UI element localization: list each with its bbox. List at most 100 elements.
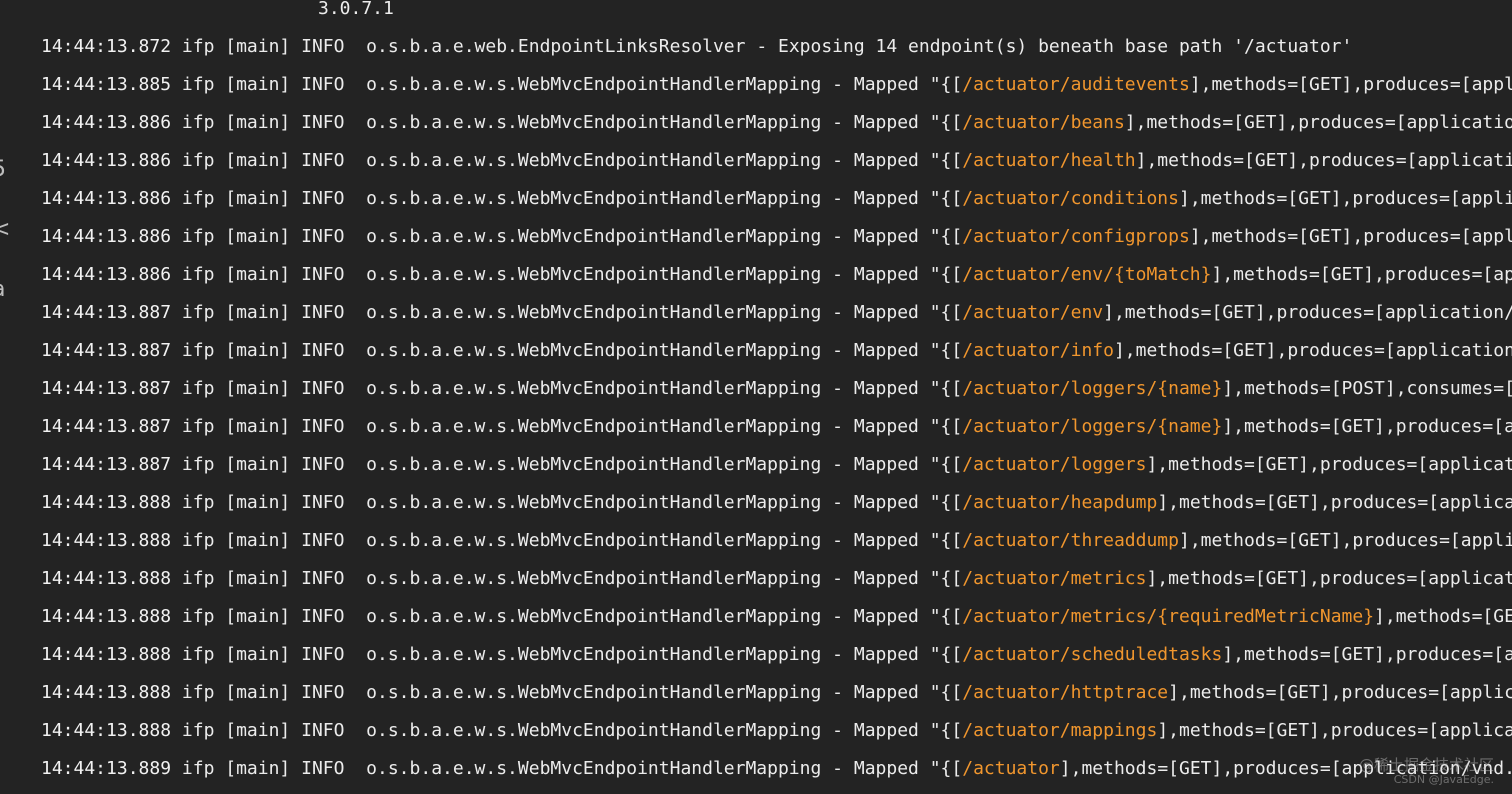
log-timestamp: 14:44:13.872 — [41, 36, 172, 57]
token-gap — [344, 112, 366, 133]
log-endpoint-path: /actuator/env — [962, 302, 1104, 323]
log-message-prefix: Mapped "{[ — [853, 226, 963, 247]
token-gap — [214, 606, 225, 627]
log-endpoint-path: /actuator — [962, 758, 1060, 779]
log-timestamp: 14:44:13.889 — [41, 758, 172, 779]
log-level: INFO — [301, 416, 345, 437]
log-timestamp: 14:44:13.885 — [41, 74, 172, 95]
token-gap — [290, 416, 301, 437]
log-line: 14:44:13.888 ifp [main] INFO o.s.b.a.e.w… — [41, 490, 1512, 528]
log-level: INFO — [301, 720, 345, 741]
token-gap — [290, 188, 301, 209]
token-gap — [843, 74, 854, 95]
token-gap — [821, 720, 832, 741]
token-gap — [171, 188, 182, 209]
log-thread: [main] — [225, 758, 291, 779]
log-message-suffix: ],methods=[GET],produces=[application/vn… — [1189, 226, 1512, 247]
log-separator: - — [832, 644, 844, 665]
log-timestamp: 14:44:13.887 — [41, 416, 172, 437]
log-endpoint-path: /actuator/beans — [962, 112, 1125, 133]
token-gap — [214, 264, 225, 285]
log-message-suffix: ],methods=[POST],consumes=[application/v… — [1222, 378, 1512, 399]
log-line: 14:44:13.887 ifp [main] INFO o.s.b.a.e.w… — [41, 414, 1512, 452]
token-gap — [171, 492, 182, 513]
token-gap — [843, 340, 854, 361]
log-timestamp: 14:44:13.888 — [41, 720, 172, 741]
log-message-suffix: ],methods=[GET],produces=[application/vn… — [1222, 644, 1512, 665]
log-message-prefix: Mapped "{[ — [853, 492, 963, 513]
log-logger-name: o.s.b.a.e.w.s.WebMvcEndpointHandlerMappi… — [366, 682, 822, 703]
token-gap — [214, 74, 225, 95]
log-timestamp: 14:44:13.886 — [41, 188, 172, 209]
log-message-suffix: ],methods=[GET],produces=[application/vn… — [1135, 150, 1512, 171]
token-gap — [214, 112, 225, 133]
token-gap — [290, 720, 301, 741]
token-gap — [290, 150, 301, 171]
log-level: INFO — [301, 340, 345, 361]
log-level: INFO — [301, 264, 345, 285]
token-gap — [214, 454, 225, 475]
log-message-suffix: ],methods=[GET],produces=[application/vn… — [1124, 112, 1512, 133]
log-app-name: ifp — [181, 74, 215, 95]
log-level: INFO — [301, 682, 345, 703]
token-gap — [214, 644, 225, 665]
token-gap — [290, 682, 301, 703]
log-level: INFO — [301, 530, 345, 551]
terminal-window[interactable]: 3.0.7.1 5 < a 14:44:13.872 ifp [main] IN… — [0, 0, 1512, 794]
token-gap — [214, 568, 225, 589]
token-gap — [821, 302, 832, 323]
log-timestamp: 14:44:13.887 — [41, 454, 172, 475]
log-message-suffix: ],methods=[GET],produces=[application/vn… — [1374, 606, 1512, 627]
token-gap — [171, 36, 182, 57]
log-level: INFO — [301, 302, 345, 323]
token-gap — [171, 454, 182, 475]
log-line: 14:44:13.886 ifp [main] INFO o.s.b.a.e.w… — [41, 224, 1512, 262]
token-gap — [821, 530, 832, 551]
log-separator: - — [832, 378, 844, 399]
token-gap — [344, 758, 366, 779]
log-logger-name: o.s.b.a.e.w.s.WebMvcEndpointHandlerMappi… — [366, 758, 822, 779]
log-line: 14:44:13.888 ifp [main] INFO o.s.b.a.e.w… — [41, 604, 1512, 642]
log-endpoint-path: /actuator/httptrace — [962, 682, 1169, 703]
log-separator: - — [832, 758, 844, 779]
token-gap — [344, 74, 366, 95]
log-message-prefix: Mapped "{[ — [853, 188, 963, 209]
token-gap — [843, 682, 854, 703]
token-gap — [821, 416, 832, 437]
token-gap — [344, 36, 366, 57]
log-app-name: ifp — [181, 606, 215, 627]
log-thread: [main] — [225, 226, 291, 247]
log-logger-name: o.s.b.a.e.w.s.WebMvcEndpointHandlerMappi… — [366, 454, 822, 475]
log-line: 14:44:13.885 ifp [main] INFO o.s.b.a.e.w… — [41, 72, 1512, 110]
log-timestamp: 14:44:13.886 — [41, 112, 172, 133]
log-separator: - — [832, 302, 844, 323]
log-timestamp: 14:44:13.888 — [41, 606, 172, 627]
log-logger-name: o.s.b.a.e.w.s.WebMvcEndpointHandlerMappi… — [366, 568, 822, 589]
token-gap — [843, 188, 854, 209]
log-thread: [main] — [225, 682, 291, 703]
token-gap — [214, 226, 225, 247]
token-gap — [344, 226, 366, 247]
log-separator: - — [832, 530, 844, 551]
log-endpoint-path: /actuator/metrics — [962, 568, 1147, 589]
token-gap — [843, 530, 854, 551]
token-gap — [290, 644, 301, 665]
log-app-name: ifp — [181, 492, 215, 513]
log-thread: [main] — [225, 492, 291, 513]
log-message-suffix: ],methods=[GET],produces=[application/vn… — [1146, 454, 1512, 475]
log-level: INFO — [301, 492, 345, 513]
token-gap — [290, 36, 301, 57]
log-endpoint-path: /actuator/info — [962, 340, 1114, 361]
token-gap — [171, 720, 182, 741]
log-timestamp: 14:44:13.888 — [41, 492, 172, 513]
log-app-name: ifp — [181, 416, 215, 437]
token-gap — [843, 568, 854, 589]
token-gap — [290, 606, 301, 627]
log-message-suffix: ],methods=[GET],produces=[application/vn… — [1222, 416, 1512, 437]
edge-glyph: a — [0, 260, 6, 320]
token-gap — [171, 644, 182, 665]
log-message-prefix: Mapped "{[ — [853, 340, 963, 361]
log-message-prefix: Mapped "{[ — [853, 568, 963, 589]
token-gap — [843, 720, 854, 741]
token-gap — [171, 416, 182, 437]
